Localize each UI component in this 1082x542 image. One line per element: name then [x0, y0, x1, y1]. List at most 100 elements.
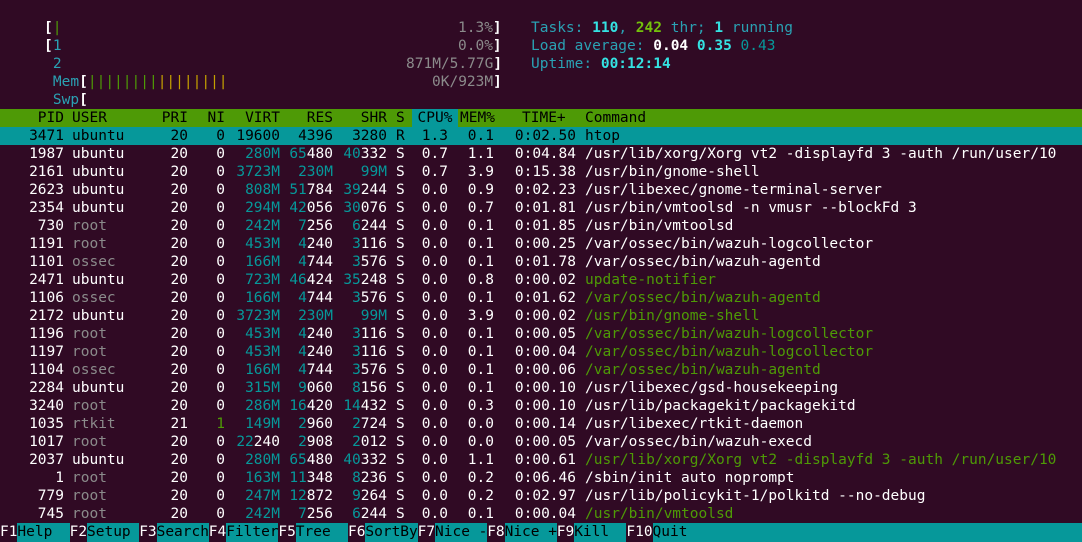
fkey-label-f10[interactable]: Quit — [652, 523, 1082, 542]
fkey-label-f6[interactable]: SortBy — [365, 523, 418, 542]
process-row[interactable]: 2284 ubuntu 20 0 315M 9060 8156 S 0.0 0.1 0:00.10 /… — [0, 379, 1082, 397]
time-cell: 0:00.25 — [514, 236, 576, 252]
pid-cell: 2354 — [29, 200, 64, 216]
pri-cell: 20 — [170, 506, 188, 522]
res-cell: 9060 — [298, 380, 333, 396]
process-row[interactable]: 1035 rtkit 21 1 149M 2960 2724 S 0.0 0.0 0:00.14/u… — [0, 415, 1082, 433]
shr-cell: 3116 — [352, 326, 387, 342]
shr-cell: 40332 — [343, 146, 387, 162]
col-command[interactable]: Command — [585, 109, 646, 127]
process-row[interactable]: 1987 ubuntu 20 0 280M 65480 40332 S 0.7 1.1 0:04.8… — [0, 145, 1082, 163]
command-cell: /var/ossec/bin/wazuh-agentd — [585, 362, 821, 378]
col-res[interactable]: RES — [284, 109, 333, 127]
res-cell: 12872 — [289, 488, 333, 504]
fkey-f6[interactable]: F6 — [348, 523, 366, 542]
cpu-cell: 0.0 — [421, 434, 448, 450]
col-ni[interactable]: NI — [196, 109, 225, 127]
pri-cell: 20 — [170, 326, 188, 342]
fkey-f8[interactable]: F8 — [487, 523, 505, 542]
col-cpu[interactable]: CPU% — [412, 109, 458, 127]
fkey-f7[interactable]: F7 — [417, 523, 436, 542]
process-row[interactable]: 1106 ossec 20 0 166M 4744 3576 S 0.0 0.1 0:01.62/v… — [0, 289, 1082, 307]
state-cell: S — [396, 308, 405, 324]
fkey-label-f2[interactable]: Setup — [87, 523, 140, 542]
process-row[interactable]: 1191 root 20 0 453M 4240 3116 S 0.0 0.1 0:00.25/va… — [0, 235, 1082, 253]
state-cell: S — [396, 488, 405, 504]
fkey-label-f1[interactable]: Help — [17, 523, 70, 542]
command-cell: /sbin/init auto noprompt — [585, 470, 795, 486]
col-mem[interactable]: MEM% — [460, 109, 495, 127]
pid-cell: 3471 — [29, 128, 64, 144]
process-row[interactable]: 779 root 20 0 247M 12872 9264 S 0.0 0.2 0:02.97/us… — [0, 487, 1082, 505]
res-cell: 2908 — [298, 434, 333, 450]
process-row[interactable]: 1 root 20 0 163M 11348 8236 S 0.0 0.2 0:06.46/sbin… — [0, 469, 1082, 487]
process-row[interactable]: 2623 ubuntu 20 0 808M 51784 39244 S 0.0 0.9 0:02.2… — [0, 181, 1082, 199]
ni-cell: 0 — [216, 128, 225, 144]
fkey-f4[interactable]: F4 — [208, 523, 227, 542]
time-cell: 0:00.04 — [514, 506, 576, 522]
user-cell: ossec — [72, 290, 116, 306]
col-pid[interactable]: PID — [8, 109, 64, 127]
process-row[interactable]: 3240 root 20 0 286M 16420 14432 S 0.0 0.3 0:00.10 /… — [0, 397, 1082, 415]
user-cell: ubuntu — [72, 200, 125, 216]
res-cell: 7256 — [298, 218, 333, 234]
process-row[interactable]: 745 root 20 0 242M 7256 6244 S 0.0 0.1 0:00.04/usr… — [0, 505, 1082, 523]
fkey-label-f7[interactable]: Nice - — [435, 523, 488, 542]
user-cell: root — [72, 434, 107, 450]
process-row[interactable]: 2471 ubuntu 20 0 723M 46424 35248 S 0.0 0.8 0:00.0… — [0, 271, 1082, 289]
process-row[interactable]: 1104 ossec 20 0 166M 4744 3576 S 0.0 0.1 0:00.06/v… — [0, 361, 1082, 379]
res-cell: 4396 — [298, 128, 333, 144]
col-pri[interactable]: PRI — [150, 109, 188, 127]
virt-cell: 149M — [245, 416, 280, 432]
fkey-label-f4[interactable]: Filter — [226, 523, 279, 542]
fkey-label-f3[interactable]: Search — [156, 523, 209, 542]
user-cell: ubuntu — [72, 182, 125, 198]
col-shr[interactable]: SHR — [338, 109, 387, 127]
user-cell: root — [72, 236, 107, 252]
pid-cell: 2284 — [29, 380, 64, 396]
fkey-label-f5[interactable]: Tree — [295, 523, 349, 542]
time-cell: 0:00.61 — [514, 452, 576, 468]
process-row[interactable]: 730 root 20 0 242M 7256 6244 S 0.0 0.1 0:01.85/usr… — [0, 217, 1082, 235]
col-user[interactable]: USER — [72, 109, 107, 127]
process-row[interactable]: 2354 ubuntu 20 0 294M 42056 30076 S 0.0 0.7 0:01.8… — [0, 199, 1082, 217]
virt-cell: 286M — [245, 398, 280, 414]
load-label: Load average: — [531, 38, 645, 54]
process-row[interactable]: 2037 ubuntu 20 0 280M 65480 40332 S 0.0 1.1 0:00.6… — [0, 451, 1082, 469]
ni-cell: 0 — [216, 506, 225, 522]
virt-cell: 22240 — [236, 434, 280, 450]
pri-cell: 20 — [170, 272, 188, 288]
col-virt[interactable]: VIRT — [228, 109, 280, 127]
mem-cell: 0.1 — [467, 218, 494, 234]
state-cell: S — [396, 434, 405, 450]
pri-cell: 20 — [170, 128, 188, 144]
running-count: 1 — [714, 20, 724, 36]
col-state[interactable]: S — [396, 109, 405, 127]
fkey-f10[interactable]: F10 — [626, 523, 653, 542]
ni-cell: 0 — [216, 452, 225, 468]
fkey-label-f9[interactable]: Kill — [574, 523, 627, 542]
process-row[interactable]: 1101 ossec 20 0 166M 4744 3576 S 0.0 0.1 0:01.78/v… — [0, 253, 1082, 271]
shr-cell: 8236 — [352, 470, 387, 486]
process-row[interactable]: 1196 root 20 0 453M 4240 3116 S 0.0 0.1 0:00.05/va… — [0, 325, 1082, 343]
fkey-f2[interactable]: F2 — [69, 523, 88, 542]
virt-cell: 808M — [245, 182, 280, 198]
fkey-f1[interactable]: F1 — [0, 523, 18, 542]
fkey-f5[interactable]: F5 — [278, 523, 296, 542]
process-row[interactable]: 1017 root 20 0 22240 2908 2012 S 0.0 0.0 0:00.05/v… — [0, 433, 1082, 451]
swp-label: Swp — [52, 92, 80, 108]
fkey-label-f8[interactable]: Nice + — [504, 523, 557, 542]
shr-cell: 3576 — [352, 362, 387, 378]
col-time[interactable]: TIME+ — [522, 109, 566, 127]
uptime: Uptime: 00:12:14 — [531, 55, 671, 73]
process-row-selected[interactable]: 3471 ubuntu 20 0 19600 4396 3280 R 1.3 0.1 0:02.50… — [0, 127, 1082, 145]
fkey-f9[interactable]: F9 — [556, 523, 575, 542]
process-row[interactable]: 2172 ubuntu 20 0 3723M 230M 99M S 0.0 3.9 0:00.02 /… — [0, 307, 1082, 325]
cpu-cell: 0.0 — [421, 470, 448, 486]
process-row[interactable]: 1197 root 20 0 453M 4240 3116 S 0.0 0.1 0:00.04/va… — [0, 343, 1082, 361]
process-row[interactable]: 2161 ubuntu 20 0 3723M 230M 99M S 0.7 3.9 0:15.38 /… — [0, 163, 1082, 181]
mem-bar-cache: |||||||| — [157, 74, 228, 90]
mem-cell: 0.7 — [467, 200, 494, 216]
fkey-f3[interactable]: F3 — [139, 523, 157, 542]
cpu-cell: 0.7 — [421, 146, 448, 162]
